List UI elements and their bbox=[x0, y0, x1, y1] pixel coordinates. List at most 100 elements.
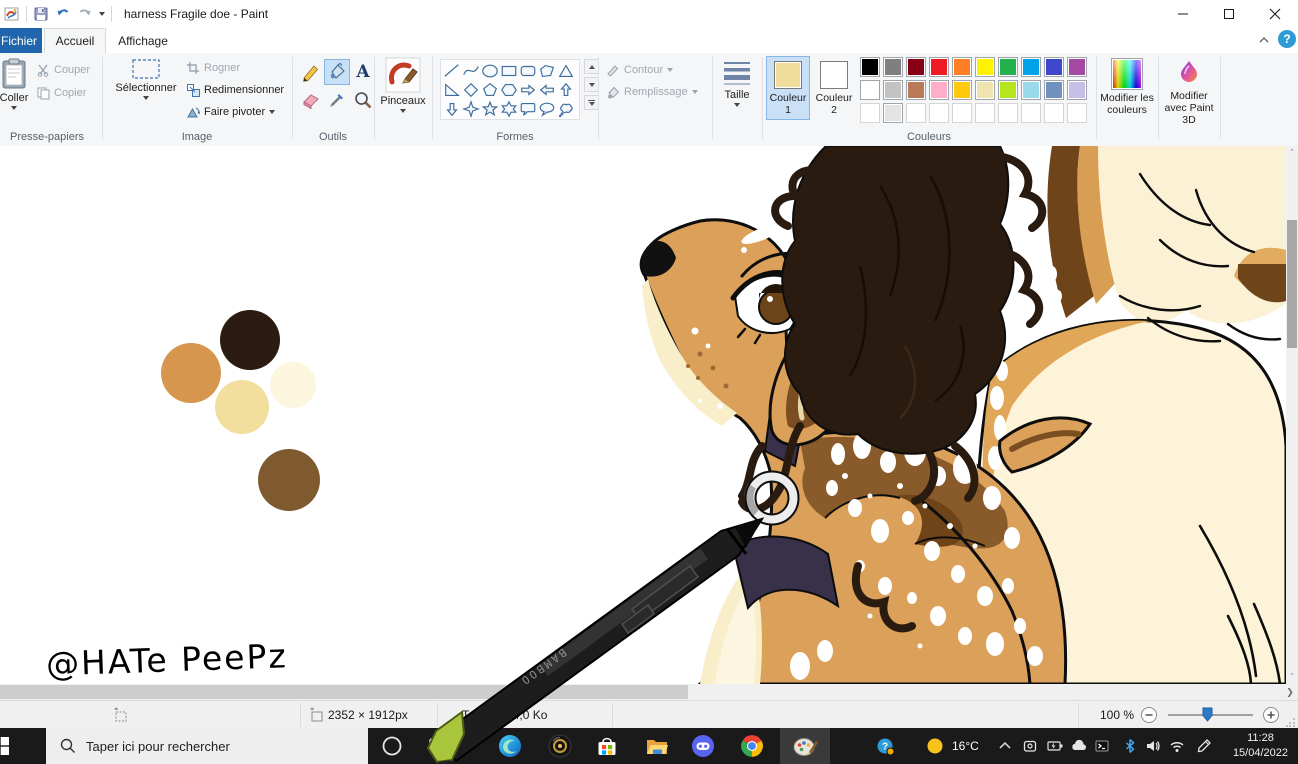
shape-arrow-up-icon[interactable] bbox=[556, 80, 575, 99]
palette-swatch[interactable] bbox=[929, 57, 949, 77]
chevron-up-icon[interactable] bbox=[997, 738, 1013, 754]
battery-icon[interactable] bbox=[1047, 738, 1064, 754]
shape-arrow-down-icon[interactable] bbox=[442, 99, 461, 118]
shape-curve-icon[interactable] bbox=[461, 61, 480, 80]
scroll-right-arrow[interactable]: ❯ bbox=[1284, 687, 1296, 698]
palette-swatch[interactable] bbox=[1021, 80, 1041, 100]
shape-callout-cloud-icon[interactable] bbox=[556, 99, 575, 118]
qat-customize-dropdown[interactable] bbox=[99, 12, 105, 16]
taskbar-app-explorer[interactable] bbox=[635, 728, 679, 764]
shape-hexagon-icon[interactable] bbox=[499, 80, 518, 99]
outline-button[interactable]: Contour bbox=[606, 63, 673, 77]
weather-icon[interactable] bbox=[927, 738, 943, 754]
pencil-tool[interactable] bbox=[298, 59, 324, 85]
palette-swatch[interactable] bbox=[1067, 57, 1087, 77]
resize-grip[interactable] bbox=[1286, 717, 1296, 727]
palette-swatch[interactable] bbox=[883, 103, 903, 123]
palette-swatch-empty[interactable] bbox=[998, 103, 1018, 123]
magnifier-tool[interactable] bbox=[350, 87, 376, 113]
redo-button[interactable] bbox=[77, 6, 93, 22]
palette-swatch[interactable] bbox=[1044, 57, 1064, 77]
select-button[interactable]: Sélectionner bbox=[112, 58, 180, 100]
palette-swatch-empty[interactable] bbox=[860, 103, 880, 123]
ribbon-collapse-icon[interactable] bbox=[1258, 34, 1270, 46]
text-tool[interactable]: A bbox=[350, 59, 376, 85]
bluetooth-icon[interactable] bbox=[1122, 738, 1138, 754]
palette-swatch[interactable] bbox=[1044, 80, 1064, 100]
paste-button[interactable]: Coller bbox=[0, 58, 36, 110]
tray-help-icon[interactable]: ? bbox=[877, 738, 895, 756]
taskbar-app-paint[interactable] bbox=[780, 728, 830, 764]
shapes-scroll-up[interactable] bbox=[584, 59, 599, 74]
shape-line-icon[interactable] bbox=[442, 61, 461, 80]
copy-button[interactable]: Copier bbox=[36, 86, 86, 100]
wacom-device-icon[interactable] bbox=[1022, 738, 1038, 754]
wifi-icon[interactable] bbox=[1169, 738, 1185, 754]
fill-button[interactable]: Remplissage bbox=[606, 85, 698, 99]
save-button[interactable] bbox=[33, 6, 49, 22]
zoom-out-button[interactable] bbox=[1140, 706, 1158, 724]
palette-swatch[interactable] bbox=[998, 80, 1018, 100]
palette-swatch[interactable] bbox=[906, 80, 926, 100]
eyedropper-tool[interactable] bbox=[324, 87, 350, 113]
horizontal-scrollbar-thumb[interactable] bbox=[0, 685, 688, 699]
size-button[interactable]: Taille bbox=[716, 59, 758, 107]
fill-bucket-tool[interactable] bbox=[324, 59, 350, 85]
brushes-button[interactable]: Pinceaux bbox=[380, 57, 426, 113]
palette-swatch[interactable] bbox=[860, 57, 880, 77]
taskbar-app-media[interactable] bbox=[538, 728, 582, 764]
terminal-icon[interactable] bbox=[1094, 738, 1110, 754]
palette-swatch-empty[interactable] bbox=[975, 103, 995, 123]
taskbar-app-chrome[interactable] bbox=[730, 728, 774, 764]
cut-button[interactable]: Couper bbox=[36, 63, 90, 77]
palette-swatch-empty[interactable] bbox=[1021, 103, 1041, 123]
tab-fichier[interactable]: Fichier bbox=[0, 28, 42, 53]
resize-button[interactable]: Redimensionner bbox=[186, 83, 284, 97]
scroll-down-arrow[interactable]: ˇ bbox=[1286, 672, 1298, 682]
maximize-button[interactable] bbox=[1206, 0, 1252, 28]
palette-swatch[interactable] bbox=[975, 80, 995, 100]
shape-callout-oval-icon[interactable] bbox=[537, 99, 556, 118]
help-icon[interactable]: ? bbox=[1278, 30, 1296, 48]
shape-right-triangle-icon[interactable] bbox=[442, 80, 461, 99]
palette-swatch[interactable] bbox=[860, 80, 880, 100]
shapes-scroll-down[interactable] bbox=[584, 77, 599, 92]
color1-button[interactable]: Couleur 1 bbox=[766, 56, 810, 120]
shape-rounded-rectangle-icon[interactable] bbox=[518, 61, 537, 80]
shape-ellipse-icon[interactable] bbox=[480, 61, 499, 80]
palette-swatch[interactable] bbox=[906, 57, 926, 77]
shape-triangle-icon[interactable] bbox=[556, 61, 575, 80]
palette-swatch[interactable] bbox=[1021, 57, 1041, 77]
palette-swatch[interactable] bbox=[952, 80, 972, 100]
shape-star-6-icon[interactable] bbox=[499, 99, 518, 118]
shape-star-4-icon[interactable] bbox=[461, 99, 480, 118]
shape-rectangle-icon[interactable] bbox=[499, 61, 518, 80]
undo-button[interactable] bbox=[55, 6, 71, 22]
palette-swatch[interactable] bbox=[883, 57, 903, 77]
taskbar-app-discord[interactable] bbox=[681, 728, 725, 764]
minimize-button[interactable] bbox=[1160, 0, 1206, 28]
palette-swatch-empty[interactable] bbox=[1067, 103, 1087, 123]
cortana-button[interactable] bbox=[382, 736, 402, 756]
palette-swatch[interactable] bbox=[975, 57, 995, 77]
shape-star-5-icon[interactable] bbox=[480, 99, 499, 118]
taskbar-app-store[interactable] bbox=[585, 728, 629, 764]
shape-arrow-left-icon[interactable] bbox=[537, 80, 556, 99]
palette-swatch-empty[interactable] bbox=[952, 103, 972, 123]
canvas[interactable]: @HATe PeePz bbox=[0, 146, 1286, 684]
shapes-expand[interactable] bbox=[584, 95, 599, 110]
palette-swatch[interactable] bbox=[883, 80, 903, 100]
start-button[interactable] bbox=[0, 737, 9, 755]
taskbar-search-input[interactable]: Taper ici pour rechercher bbox=[46, 728, 368, 764]
zoom-slider-thumb[interactable] bbox=[1202, 707, 1213, 722]
close-button[interactable] bbox=[1252, 0, 1298, 28]
taskbar-clock[interactable]: 11:28 15/04/2022 bbox=[1233, 731, 1288, 761]
pen-icon[interactable] bbox=[1196, 738, 1212, 754]
palette-swatch-empty[interactable] bbox=[906, 103, 926, 123]
tab-affichage[interactable]: Affichage bbox=[108, 28, 178, 53]
palette-swatch[interactable] bbox=[1067, 80, 1087, 100]
volume-icon[interactable] bbox=[1145, 738, 1161, 754]
shape-polygon-icon[interactable] bbox=[537, 61, 556, 80]
edit-paint3d-button[interactable]: Modifier avec Paint 3D bbox=[1160, 58, 1218, 126]
vertical-scrollbar-thumb[interactable] bbox=[1287, 220, 1297, 348]
